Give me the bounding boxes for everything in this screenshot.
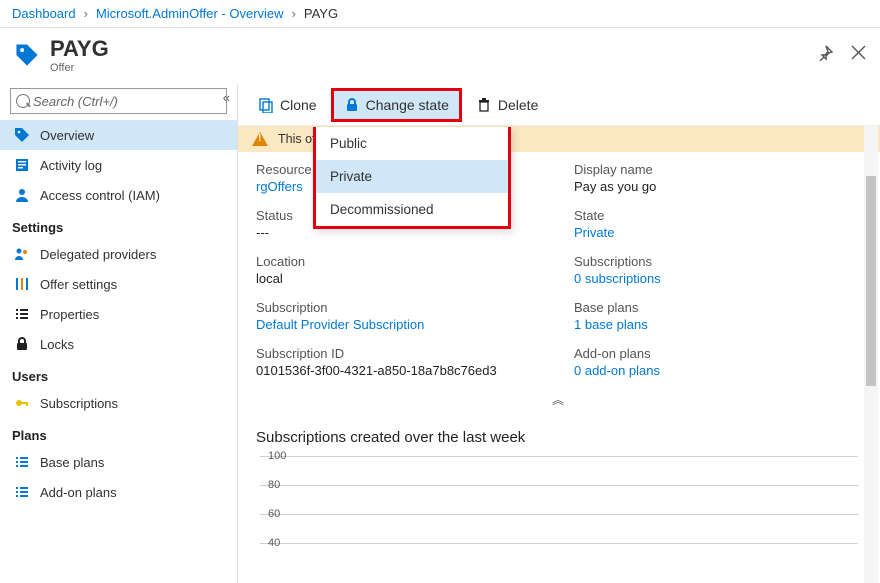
y-tick: 80 bbox=[268, 479, 280, 491]
people-icon bbox=[14, 246, 30, 262]
sidebar-item-label: Offer settings bbox=[40, 277, 117, 292]
list-icon bbox=[14, 306, 30, 322]
expand-toggle[interactable]: ︽ bbox=[238, 388, 880, 411]
menu-item-decommissioned[interactable]: Decommissioned bbox=[316, 193, 508, 226]
menu-item-public[interactable]: Public bbox=[316, 127, 508, 160]
subscription-link[interactable]: Default Provider Subscription bbox=[256, 317, 424, 332]
scrollbar-thumb[interactable] bbox=[866, 176, 876, 386]
lock-icon bbox=[344, 97, 360, 113]
sidebar-item-label: Add-on plans bbox=[40, 485, 117, 500]
sidebar-item-delegated-providers[interactable]: Delegated providers bbox=[0, 239, 237, 269]
scrollbar-vertical[interactable] bbox=[864, 126, 878, 583]
search-input[interactable]: Search (Ctrl+/) bbox=[10, 88, 227, 114]
sidebar-item-overview[interactable]: Overview bbox=[0, 120, 237, 150]
list-icon bbox=[14, 454, 30, 470]
sidebar-item-subscriptions[interactable]: Subscriptions bbox=[0, 388, 237, 418]
sidebar-item-access-control[interactable]: Access control (IAM) bbox=[0, 180, 237, 210]
sidebar-group-settings: Settings bbox=[0, 210, 237, 239]
key-icon bbox=[14, 395, 30, 411]
chart-title: Subscriptions created over the last week bbox=[238, 411, 880, 456]
sidebar-item-offer-settings[interactable]: Offer settings bbox=[0, 269, 237, 299]
warning-text: This of bbox=[278, 132, 316, 146]
toolbar-label: Delete bbox=[498, 97, 538, 113]
change-state-menu: Public Private Decommissioned bbox=[313, 127, 511, 229]
sidebar-item-label: Locks bbox=[40, 337, 74, 352]
prop-label: Location bbox=[256, 254, 544, 269]
prop-label: Subscription ID bbox=[256, 346, 544, 361]
crumb-parent[interactable]: Microsoft.AdminOffer - Overview bbox=[96, 6, 284, 21]
breadcrumb: Dashboard › Microsoft.AdminOffer - Overv… bbox=[0, 0, 880, 28]
offer-icon bbox=[14, 42, 40, 68]
menu-item-private[interactable]: Private bbox=[316, 160, 508, 193]
prop-label: Subscriptions bbox=[574, 254, 862, 269]
pin-icon[interactable] bbox=[817, 45, 833, 66]
search-placeholder: Search (Ctrl+/) bbox=[33, 94, 118, 109]
y-tick: 100 bbox=[268, 450, 286, 462]
prop-label: Add-on plans bbox=[574, 346, 862, 361]
lock-icon bbox=[14, 336, 30, 352]
sidebar-item-activity-log[interactable]: Activity log bbox=[0, 150, 237, 180]
sidebar-item-properties[interactable]: Properties bbox=[0, 299, 237, 329]
prop-label: Subscription bbox=[256, 300, 544, 315]
sliders-icon bbox=[14, 276, 30, 292]
sidebar-item-label: Access control (IAM) bbox=[40, 188, 160, 203]
sidebar-item-locks[interactable]: Locks bbox=[0, 329, 237, 359]
sidebar-item-label: Overview bbox=[40, 128, 94, 143]
crumb-current: PAYG bbox=[304, 6, 338, 21]
person-icon bbox=[14, 187, 30, 203]
toolbar-label: Clone bbox=[280, 97, 317, 113]
sidebar-item-label: Subscriptions bbox=[40, 396, 118, 411]
list-icon bbox=[14, 484, 30, 500]
subscription-id-value: 0101536f-3f00-4321-a850-18a7b8c76ed3 bbox=[256, 363, 497, 378]
blade-header: PAYG Offer bbox=[0, 28, 880, 84]
sidebar-group-users: Users bbox=[0, 359, 237, 388]
delete-button[interactable]: Delete bbox=[466, 91, 548, 119]
toolbar-label: Change state bbox=[366, 97, 449, 113]
page-title: PAYG bbox=[50, 36, 109, 62]
crumb-sep: › bbox=[292, 6, 296, 21]
sidebar-item-label: Base plans bbox=[40, 455, 104, 470]
resource-group-link[interactable]: rgOffers bbox=[256, 179, 303, 194]
close-icon[interactable] bbox=[851, 45, 866, 66]
sidebar-group-plans: Plans bbox=[0, 418, 237, 447]
base-plans-link[interactable]: 1 base plans bbox=[574, 317, 648, 332]
sidebar-item-label: Properties bbox=[40, 307, 99, 322]
tag-icon bbox=[14, 127, 30, 143]
addon-plans-link[interactable]: 0 add-on plans bbox=[574, 363, 660, 378]
sidebar-item-addon-plans[interactable]: Add-on plans bbox=[0, 477, 237, 507]
y-tick: 40 bbox=[268, 537, 280, 549]
prop-label: State bbox=[574, 208, 862, 223]
warning-icon bbox=[252, 132, 268, 146]
crumb-sep: › bbox=[84, 6, 88, 21]
log-icon bbox=[14, 157, 30, 173]
state-link[interactable]: Private bbox=[574, 225, 614, 240]
display-name-value: Pay as you go bbox=[574, 179, 656, 194]
page-subtitle: Offer bbox=[50, 62, 109, 74]
sidebar-item-label: Activity log bbox=[40, 158, 102, 173]
trash-icon bbox=[476, 97, 492, 113]
y-tick: 60 bbox=[268, 508, 280, 520]
sidebar-item-label: Delegated providers bbox=[40, 247, 156, 262]
location-value: local bbox=[256, 271, 283, 286]
prop-label: Display name bbox=[574, 162, 862, 177]
sidebar-item-base-plans[interactable]: Base plans bbox=[0, 447, 237, 477]
status-value: --- bbox=[256, 225, 269, 240]
content-pane: Clone Change state Delete Public Private… bbox=[238, 84, 880, 583]
clone-button[interactable]: Clone bbox=[248, 91, 327, 119]
prop-label: Base plans bbox=[574, 300, 862, 315]
subscriptions-chart: 100 80 60 40 bbox=[260, 456, 858, 572]
sidebar: « Search (Ctrl+/) Overview Activity log … bbox=[0, 84, 238, 583]
crumb-dashboard[interactable]: Dashboard bbox=[12, 6, 76, 21]
toolbar: Clone Change state Delete bbox=[238, 84, 880, 126]
clone-icon bbox=[258, 97, 274, 113]
subscriptions-link[interactable]: 0 subscriptions bbox=[574, 271, 661, 286]
change-state-button[interactable]: Change state bbox=[331, 88, 462, 122]
